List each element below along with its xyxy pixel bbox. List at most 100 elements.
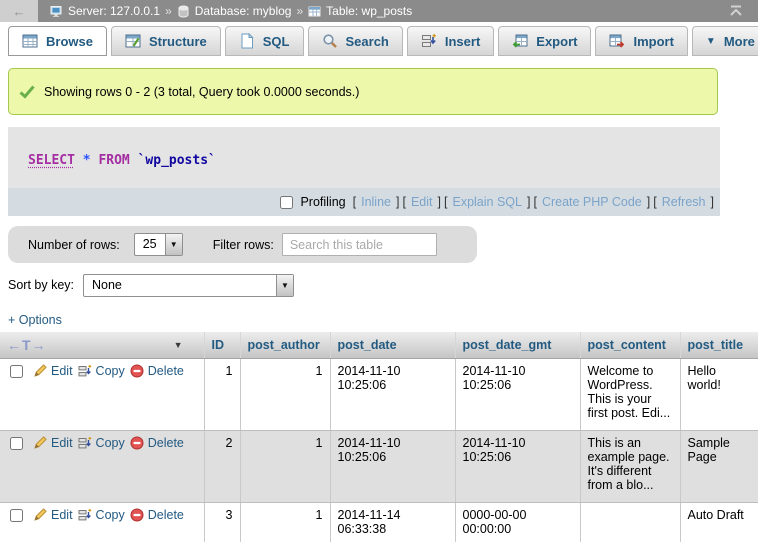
edit-query-link[interactable]: Edit — [411, 195, 433, 209]
delete-label: Delete — [148, 436, 184, 450]
title-bar: ← Server: 127.0.0.1 » Database: myblog »… — [0, 0, 758, 22]
tab-structure-label: Structure — [149, 34, 207, 49]
edit-label: Edit — [51, 508, 73, 522]
table-row: Edit Copy Delete 2 1 2014-11-10 10:25:06… — [0, 431, 758, 503]
tab-sql[interactable]: SQL — [225, 26, 304, 56]
column-header-post-date-gmt[interactable]: post_date_gmt — [455, 332, 580, 359]
row-actions-cell: Edit Copy Delete — [0, 431, 204, 503]
table-icon — [308, 5, 321, 18]
breadcrumb-server[interactable]: Server: 127.0.0.1 — [50, 4, 160, 18]
cell-post-content: Welcome to WordPress. This is your first… — [580, 359, 680, 431]
row-nav-arrows[interactable]: ←T→ — [7, 337, 47, 353]
delete-link[interactable]: Delete — [130, 508, 184, 522]
cell-post-date: 2014-11-10 10:25:06 — [330, 359, 455, 431]
collapse-up-icon — [728, 5, 744, 17]
delete-link[interactable]: Delete — [130, 436, 184, 450]
cell-post-date-gmt: 2014-11-10 10:25:06 — [455, 359, 580, 431]
query-box: SELECT * FROM `wp_posts` Profiling [ Inl… — [8, 127, 720, 216]
copy-link[interactable]: Copy — [78, 508, 125, 522]
success-check-icon — [19, 84, 35, 100]
breadcrumb-table[interactable]: Table: wp_posts — [308, 4, 412, 18]
header-actions-cell[interactable]: ←T→ ▼ — [0, 332, 204, 359]
number-of-rows-value: 25 — [135, 234, 165, 255]
filter-rows-label: Filter rows: — [213, 238, 274, 252]
insert-icon — [421, 33, 437, 49]
database-icon — [177, 5, 190, 18]
edit-link[interactable]: Edit — [33, 436, 73, 450]
delete-label: Delete — [148, 508, 184, 522]
back-button[interactable]: ← — [0, 0, 38, 22]
tab-more[interactable]: ▼ More — [692, 26, 758, 56]
options-toggle-link[interactable]: + Options — [8, 313, 62, 327]
sql-table-ref: `wp_posts` — [138, 153, 216, 168]
tab-import[interactable]: Import — [595, 26, 687, 56]
refresh-link[interactable]: Refresh — [662, 195, 706, 209]
sql-icon — [239, 33, 255, 49]
inline-link[interactable]: Inline — [361, 195, 391, 209]
row-actions-cell: Edit Copy Delete — [0, 503, 204, 542]
filter-rows-input[interactable] — [282, 233, 437, 256]
tab-insert-label: Insert — [445, 34, 480, 49]
sql-keyword-select: SELECT — [28, 153, 75, 168]
breadcrumb-table-label: Table: wp_posts — [326, 4, 412, 18]
tab-browse[interactable]: Browse — [8, 26, 107, 56]
bracket: [ — [533, 195, 536, 209]
tab-sql-label: SQL — [263, 34, 290, 49]
column-header-post-content[interactable]: post_content — [580, 332, 680, 359]
edit-link[interactable]: Edit — [33, 364, 73, 378]
chevron-down-icon[interactable]: ▼ — [174, 340, 183, 350]
copy-icon — [78, 436, 92, 450]
breadcrumb-database[interactable]: Database: myblog — [177, 4, 292, 18]
cell-post-author: 1 — [240, 503, 330, 542]
sort-by-key-label: Sort by key: — [8, 278, 74, 292]
sort-by-key-select[interactable]: None ▼ — [83, 274, 294, 297]
cell-post-title: Auto Draft — [680, 503, 758, 542]
tab-structure[interactable]: Structure — [111, 26, 221, 56]
row-select-checkbox[interactable] — [10, 437, 23, 450]
tab-search[interactable]: Search — [308, 26, 403, 56]
copy-link[interactable]: Copy — [78, 364, 125, 378]
tab-search-label: Search — [346, 34, 389, 49]
row-select-checkbox[interactable] — [10, 365, 23, 378]
row-select-checkbox[interactable] — [10, 509, 23, 522]
tab-export-label: Export — [536, 34, 577, 49]
breadcrumb-separator: » — [296, 4, 303, 18]
cell-post-author: 1 — [240, 431, 330, 503]
sort-row: Sort by key: None ▼ — [8, 272, 294, 298]
column-header-post-title[interactable]: post_title — [680, 332, 758, 359]
bracket: [ — [653, 195, 656, 209]
column-header-post-author[interactable]: post_author — [240, 332, 330, 359]
back-arrow-icon: ← — [13, 4, 26, 19]
edit-pencil-icon — [33, 508, 47, 522]
explain-sql-link[interactable]: Explain SQL — [452, 195, 521, 209]
tab-browse-label: Browse — [46, 34, 93, 49]
bracket: ] — [396, 195, 399, 209]
profiling-checkbox[interactable] — [280, 196, 293, 209]
copy-icon — [78, 508, 92, 522]
copy-label: Copy — [96, 436, 125, 450]
cell-post-date: 2014-11-14 06:33:38 — [330, 503, 455, 542]
cell-post-content: This is an example page. It's different … — [580, 431, 680, 503]
cell-post-date-gmt: 0000-00-00 00:00:00 — [455, 503, 580, 542]
edit-pencil-icon — [33, 436, 47, 450]
edit-link[interactable]: Edit — [33, 508, 73, 522]
column-header-id[interactable]: ID — [204, 332, 240, 359]
create-php-code-link[interactable]: Create PHP Code — [542, 195, 642, 209]
cell-id: 2 — [204, 431, 240, 503]
column-header-post-date[interactable]: post_date — [330, 332, 455, 359]
chevron-down-icon: ▼ — [276, 275, 293, 296]
query-tools: Profiling [ Inline ] [ Edit ] [ Explain … — [8, 188, 720, 216]
delete-link[interactable]: Delete — [130, 364, 184, 378]
delete-icon — [130, 436, 144, 450]
cell-post-content — [580, 503, 680, 542]
tab-insert[interactable]: Insert — [407, 26, 494, 56]
copy-link[interactable]: Copy — [78, 436, 125, 450]
server-icon — [50, 5, 63, 18]
scroll-to-top-button[interactable] — [728, 5, 744, 17]
number-of-rows-select[interactable]: 25 ▼ — [134, 233, 183, 256]
tab-export[interactable]: Export — [498, 26, 591, 56]
cell-post-title: Sample Page — [680, 431, 758, 503]
delete-label: Delete — [148, 364, 184, 378]
profiling-label: Profiling — [300, 195, 345, 209]
bracket: ] — [438, 195, 441, 209]
